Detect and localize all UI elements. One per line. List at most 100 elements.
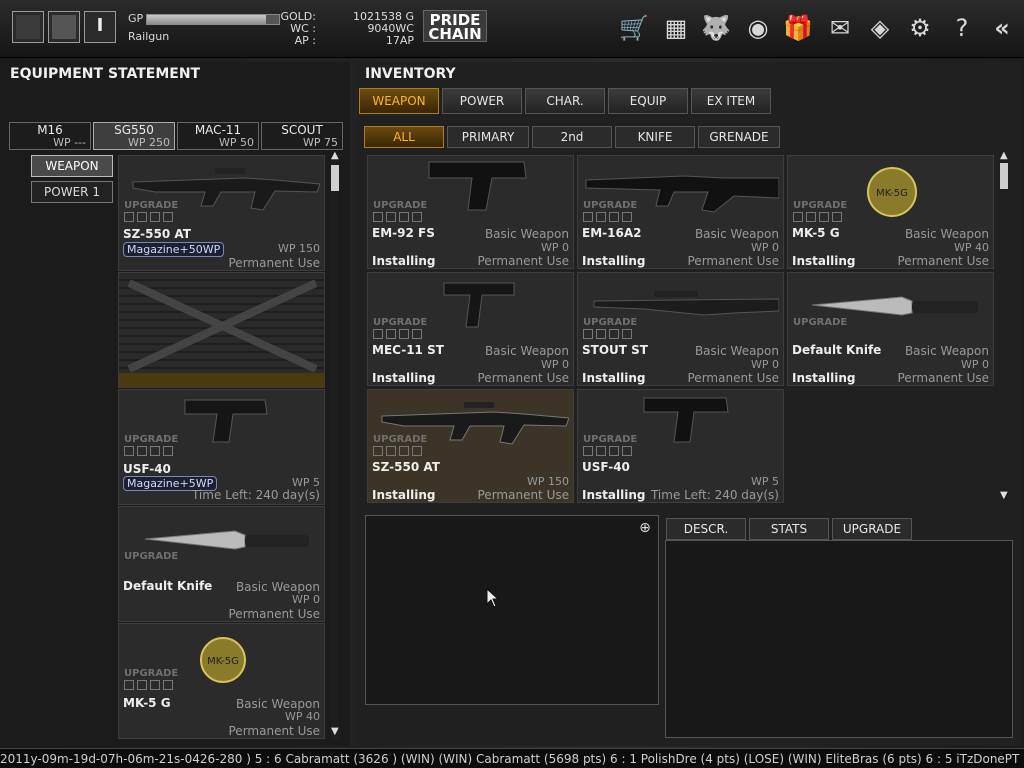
subtab-knife[interactable]: KNIFE — [615, 126, 695, 148]
item-wp: WP 0 — [540, 358, 569, 371]
pride-chain-logo[interactable]: PRIDE CHAIN — [423, 10, 487, 42]
equipped-knife-slot[interactable]: UPGRADE Default Knife Basic Weapon WP 0 … — [118, 506, 325, 622]
tab-upgrade[interactable]: UPGRADE — [832, 518, 912, 540]
loadout-wp: WP 75 — [302, 136, 338, 149]
item-duration: Permanent Use — [897, 254, 990, 268]
item-details-pane — [665, 540, 1013, 738]
equipped-grenade-slot[interactable]: MK-5G UPGRADE MK-5 G Basic Weapon WP 40 … — [118, 623, 325, 739]
category-weapon[interactable]: WEAPON — [31, 155, 113, 177]
inventory-item[interactable]: UPGRADE MEC-11 ST Basic Weapon WP 0 Inst… — [367, 272, 574, 386]
item-status: Installing — [372, 488, 436, 502]
shop-cart-icon[interactable]: 🛒 — [618, 12, 650, 44]
subtab-grenade[interactable]: GRENADE — [698, 126, 780, 148]
inventory-item[interactable]: UPGRADE USF-40 WP 5 Installing Time Left… — [577, 389, 784, 503]
clan-emblem-slot[interactable] — [48, 11, 80, 43]
settings-gear-icon[interactable]: ⚙ — [904, 12, 936, 44]
equipment-scrollbar[interactable] — [331, 155, 339, 740]
upgrade-label: UPGRADE — [583, 200, 638, 211]
loadout-tab-m16[interactable]: M16 WP --- — [9, 122, 91, 150]
upgrade-label: UPGRADE — [124, 668, 179, 679]
subtab-all[interactable]: ALL — [364, 126, 444, 148]
category-power[interactable]: POWER 1 — [31, 181, 113, 203]
item-wp: WP 0 — [750, 358, 779, 371]
help-icon[interactable]: ? — [946, 12, 978, 44]
subtab-primary[interactable]: PRIMARY — [447, 126, 529, 148]
back-arrow-icon[interactable]: « — [986, 12, 1018, 44]
tab-description[interactable]: DESCR. — [666, 518, 746, 540]
loadout-tab-mac11[interactable]: MAC-11 WP 50 — [177, 122, 259, 150]
equipped-primary-slot[interactable]: UPGRADE SZ-550 AT Magazine+50WP WP 150 P… — [118, 155, 325, 271]
item-status: Installing — [582, 371, 646, 385]
upgrade-label: UPGRADE — [373, 200, 428, 211]
inventory-locker-icon[interactable]: ▦ — [660, 12, 692, 44]
item-duration: Permanent Use — [228, 256, 321, 270]
item-name: Default Knife — [123, 579, 213, 593]
tab-weapon[interactable]: WEAPON — [359, 88, 439, 114]
item-kind: Basic Weapon — [904, 227, 989, 241]
item-name: MEC-11 ST — [372, 343, 444, 357]
loadout-tab-sg550[interactable]: SG550 WP 250 — [93, 122, 175, 150]
scroll-down-arrow-icon[interactable]: ▼ — [1000, 490, 1008, 501]
upgrade-slots — [793, 212, 849, 222]
upgrade-slots — [373, 446, 429, 456]
gp-label: GP — [128, 12, 144, 25]
upgrade-slots — [583, 329, 639, 339]
tab-ex-item[interactable]: EX ITEM — [691, 88, 771, 114]
inventory-item[interactable]: UPGRADE EM-92 FS Basic Weapon WP 0 Insta… — [367, 155, 574, 269]
item-duration: Permanent Use — [228, 607, 321, 621]
tab-power[interactable]: POWER — [442, 88, 522, 114]
tab-char[interactable]: CHAR. — [525, 88, 605, 114]
item-kind: Basic Weapon — [484, 227, 569, 241]
item-name: EM-16A2 — [582, 226, 642, 240]
upgrade-label: UPGRADE — [373, 317, 428, 328]
inventory-item[interactable]: MK-5G UPGRADE MK-5 G Basic Weapon WP 40 … — [787, 155, 994, 269]
upgrade-slots — [373, 212, 429, 222]
gift-icon[interactable]: 🎁 — [782, 12, 814, 44]
item-duration: Permanent Use — [477, 254, 570, 268]
fire-emblem-icon[interactable]: ◉ — [742, 12, 774, 44]
item-duration: Time Left: 240 day(s) — [650, 488, 779, 502]
item-duration: Permanent Use — [228, 724, 321, 738]
top-bar: I GP Railgun GOLD: WC : AP : 1021538 G 9… — [0, 0, 1024, 58]
app-window: { "header": { "gp_label": "GP", "gp_fill… — [0, 0, 1024, 768]
item-kind: Basic Weapon — [484, 344, 569, 358]
subtab-2nd[interactable]: 2nd — [532, 126, 612, 148]
zoom-in-icon[interactable]: ⊕ — [636, 520, 654, 538]
inventory-scrollbar[interactable] — [1000, 155, 1008, 500]
locked-slot — [118, 272, 325, 388]
scroll-up-arrow-icon[interactable]: ▲ — [331, 150, 339, 161]
wolf-icon[interactable]: 🐺 — [700, 12, 732, 44]
equipment-title: EQUIPMENT STATEMENT — [10, 66, 201, 82]
item-name: USF-40 — [123, 462, 171, 476]
scroll-down-arrow-icon[interactable]: ▼ — [331, 726, 339, 737]
mail-icon[interactable]: ✉ — [824, 12, 856, 44]
item-preview-pane: ⊕ — [365, 515, 659, 705]
item-tag: Magazine+50WP — [123, 242, 225, 257]
inventory-item[interactable]: UPGRADE Default Knife Basic Weapon WP 0 … — [787, 272, 994, 386]
inventory-item-selected[interactable]: UPGRADE SZ-550 AT WP 150 Installing Perm… — [367, 389, 574, 503]
upgrade-slots — [124, 212, 180, 222]
item-name: Default Knife — [792, 343, 882, 357]
inventory-item[interactable]: UPGRADE STOUT ST Basic Weapon WP 0 Insta… — [577, 272, 784, 386]
upgrade-slots — [124, 446, 180, 456]
scroll-up-arrow-icon[interactable]: ▲ — [1000, 150, 1008, 161]
item-kind: Basic Weapon — [235, 580, 320, 594]
item-kind: Basic Weapon — [694, 227, 779, 241]
item-wp: WP 0 — [540, 241, 569, 254]
brand-line-2: CHAIN — [428, 25, 482, 43]
tab-stats[interactable]: STATS — [749, 518, 829, 540]
loadout-wp: WP --- — [53, 136, 86, 149]
inventory-item[interactable]: UPGRADE EM-16A2 Basic Weapon WP 0 Instal… — [577, 155, 784, 269]
upgrade-label: UPGRADE — [124, 551, 179, 562]
item-status: Installing — [582, 488, 646, 502]
item-kind: Basic Weapon — [694, 344, 779, 358]
mouse-cursor-icon — [486, 588, 500, 608]
loadout-tab-scout[interactable]: SCOUT WP 75 — [261, 122, 343, 150]
item-duration: Permanent Use — [477, 371, 570, 385]
upgrade-label: UPGRADE — [583, 317, 638, 328]
coupon-icon[interactable]: ◈ — [864, 12, 896, 44]
tab-equip[interactable]: EQUIP — [608, 88, 688, 114]
quick-slot-1[interactable] — [12, 11, 44, 43]
item-wp: WP 0 — [291, 593, 320, 606]
equipped-secondary-slot[interactable]: UPGRADE USF-40 Magazine+5WP WP 5 Time Le… — [118, 389, 325, 505]
